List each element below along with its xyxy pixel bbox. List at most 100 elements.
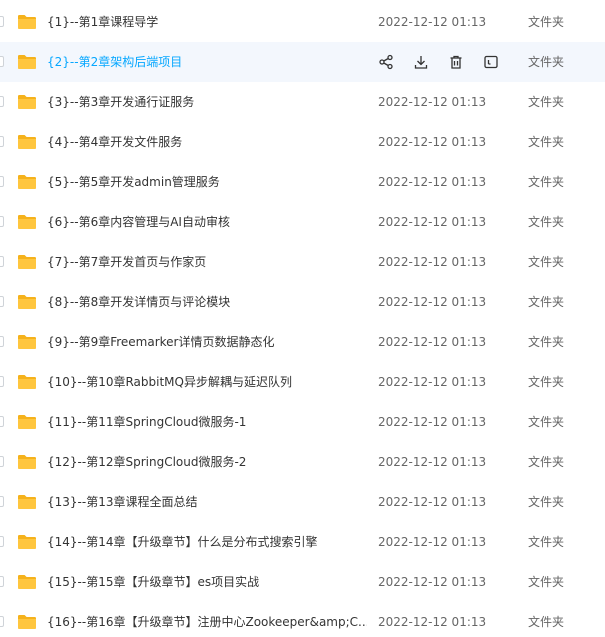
file-name[interactable]: {16}--第16章【升级章节】注册中心Zookeeper&amp;C... [47,602,367,637]
list-item[interactable]: {9}--第9章Freemarker详情页数据静态化 2022-12-12 01:… [0,322,605,362]
file-name[interactable]: {7}--第7章开发首页与作家页 [47,242,206,282]
share-icon[interactable] [377,53,395,71]
file-type: 文件夹 [528,615,565,629]
file-type: 文件夹 [528,215,565,229]
row-checkbox[interactable] [0,176,4,187]
file-name[interactable]: {2}--第2章架构后端项目 [47,42,182,82]
file-name[interactable]: {9}--第9章Freemarker详情页数据静态化 [47,322,274,362]
modified-date: 2022-12-12 01:13 [378,135,487,149]
row-checkbox[interactable] [0,376,4,387]
file-type: 文件夹 [528,415,565,429]
file-type: 文件夹 [528,95,565,109]
folder-icon [17,454,37,470]
file-type: 文件夹 [528,295,565,309]
list-item[interactable]: {5}--第5章开发admin管理服务 2022-12-12 01:13 文件夹 [0,162,605,202]
modified-date: 2022-12-12 01:13 [378,215,487,229]
row-checkbox[interactable] [0,576,4,587]
modified-date: 2022-12-12 01:13 [378,455,487,469]
folder-icon [17,174,37,190]
row-checkbox[interactable] [0,416,4,427]
list-item[interactable]: {7}--第7章开发首页与作家页 2022-12-12 01:13 文件夹 [0,242,605,282]
list-item[interactable]: {6}--第6章内容管理与AI自动审核 2022-12-12 01:13 文件夹 [0,202,605,242]
file-list: {1}--第1章课程导学 2022-12-12 01:13 文件夹 {2}--第2章架… [0,0,605,637]
row-actions [377,53,500,71]
list-item[interactable]: {8}--第8章开发详情页与评论模块 2022-12-12 01:13 文件夹 [0,282,605,322]
folder-icon [17,14,37,30]
file-name[interactable]: {10}--第10章RabbitMQ异步解耦与延迟队列 [47,362,292,402]
file-name[interactable]: {14}--第14章【升级章节】什么是分布式搜索引擎 [47,522,317,562]
file-type: 文件夹 [528,55,565,69]
list-item[interactable]: {1}--第1章课程导学 2022-12-12 01:13 文件夹 [0,2,605,42]
more-icon[interactable] [482,53,500,71]
modified-date: 2022-12-12 01:13 [378,295,487,309]
file-type: 文件夹 [528,255,565,269]
row-checkbox[interactable] [0,96,4,107]
file-name[interactable]: {12}--第12章SpringCloud微服务-2 [47,442,246,482]
row-checkbox[interactable] [0,456,4,467]
list-item[interactable]: {2}--第2章架构后端项目 文件夹 [0,42,605,82]
row-checkbox[interactable] [0,16,4,27]
list-item[interactable]: {13}--第13章课程全面总结 2022-12-12 01:13 文件夹 [0,482,605,522]
folder-icon [17,254,37,270]
folder-icon [17,494,37,510]
folder-icon [17,414,37,430]
row-checkbox[interactable] [0,496,4,507]
file-type: 文件夹 [528,15,565,29]
list-item[interactable]: {15}--第15章【升级章节】es项目实战 2022-12-12 01:13 文件… [0,562,605,602]
file-name[interactable]: {5}--第5章开发admin管理服务 [47,162,220,202]
modified-date: 2022-12-12 01:13 [378,255,487,269]
modified-date: 2022-12-12 01:13 [378,335,487,349]
file-name[interactable]: {6}--第6章内容管理与AI自动审核 [47,202,230,242]
row-checkbox[interactable] [0,336,4,347]
modified-date: 2022-12-12 01:13 [378,375,487,389]
folder-icon [17,614,37,630]
delete-icon[interactable] [447,53,465,71]
modified-date: 2022-12-12 01:13 [378,175,487,189]
download-icon[interactable] [412,53,430,71]
folder-icon [17,294,37,310]
list-item[interactable]: {4}--第4章开发文件服务 2022-12-12 01:13 文件夹 [0,122,605,162]
file-name[interactable]: {11}--第11章SpringCloud微服务-1 [47,402,246,442]
file-type: 文件夹 [528,575,565,589]
list-item[interactable]: {12}--第12章SpringCloud微服务-2 2022-12-12 01:… [0,442,605,482]
file-type: 文件夹 [528,175,565,189]
modified-date: 2022-12-12 01:13 [378,495,487,509]
file-type: 文件夹 [528,335,565,349]
file-name[interactable]: {3}--第3章开发通行证服务 [47,82,194,122]
row-checkbox[interactable] [0,216,4,227]
folder-icon [17,214,37,230]
file-type: 文件夹 [528,535,565,549]
file-name[interactable]: {15}--第15章【升级章节】es项目实战 [47,562,259,602]
row-checkbox[interactable] [0,136,4,147]
folder-icon [17,54,37,70]
file-type: 文件夹 [528,455,565,469]
list-item[interactable]: {16}--第16章【升级章节】注册中心Zookeeper&amp;C... 20… [0,602,605,637]
modified-date: 2022-12-12 01:13 [378,535,487,549]
modified-date: 2022-12-12 01:13 [378,95,487,109]
list-item[interactable]: {11}--第11章SpringCloud微服务-1 2022-12-12 01:… [0,402,605,442]
modified-date: 2022-12-12 01:13 [378,15,487,29]
file-type: 文件夹 [528,375,565,389]
row-checkbox[interactable] [0,296,4,307]
list-item[interactable]: {14}--第14章【升级章节】什么是分布式搜索引擎 2022-12-12 01:… [0,522,605,562]
file-name[interactable]: {8}--第8章开发详情页与评论模块 [47,282,230,322]
modified-date: 2022-12-12 01:13 [378,615,487,629]
folder-icon [17,534,37,550]
folder-icon [17,134,37,150]
folder-icon [17,574,37,590]
file-name[interactable]: {1}--第1章课程导学 [47,2,158,42]
row-checkbox[interactable] [0,256,4,267]
file-name[interactable]: {4}--第4章开发文件服务 [47,122,182,162]
list-item[interactable]: {10}--第10章RabbitMQ异步解耦与延迟队列 2022-12-12 01… [0,362,605,402]
file-name[interactable]: {13}--第13章课程全面总结 [47,482,197,522]
folder-icon [17,94,37,110]
file-type: 文件夹 [528,495,565,509]
row-checkbox[interactable] [0,536,4,547]
list-item[interactable]: {3}--第3章开发通行证服务 2022-12-12 01:13 文件夹 [0,82,605,122]
folder-icon [17,334,37,350]
folder-icon [17,374,37,390]
modified-date: 2022-12-12 01:13 [378,415,487,429]
row-checkbox[interactable] [0,56,4,67]
file-type: 文件夹 [528,135,565,149]
row-checkbox[interactable] [0,616,4,627]
